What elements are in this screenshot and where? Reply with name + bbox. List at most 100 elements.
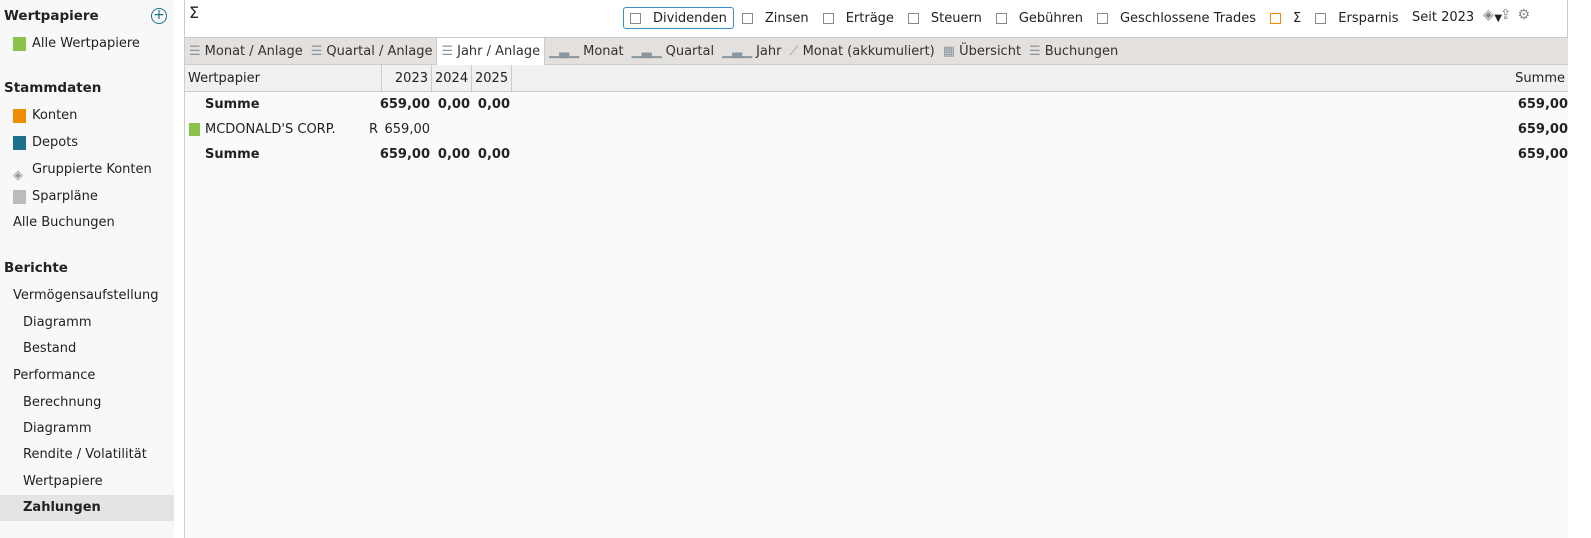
table-row[interactable]: MCDONALD'S CORP. R 659,00 659,00 bbox=[185, 117, 1568, 142]
table-row-summe[interactable]: Summe 659,00 0,00 0,00 659,00 bbox=[185, 142, 1568, 167]
label: Konten bbox=[32, 108, 78, 123]
cell-name: Summe bbox=[205, 97, 260, 112]
tab-monat-akkumuliert[interactable]: ⟋ Monat (akkumuliert) bbox=[785, 38, 938, 65]
sidebar-item-bestand[interactable]: Bestand bbox=[23, 336, 183, 362]
filter-ertraege[interactable]: Erträge bbox=[817, 7, 900, 29]
sidebar-item-performance[interactable]: Performance bbox=[13, 363, 173, 389]
cell-2025: 0,00 bbox=[477, 147, 510, 162]
label: Bestand bbox=[23, 341, 77, 356]
table-header: Wertpapier 2023 2024 2025 Summe bbox=[185, 65, 1568, 92]
tab-jahr[interactable]: ▁▃▁ Jahr bbox=[718, 38, 785, 65]
label: Monat / Anlage bbox=[204, 44, 303, 59]
sidebar-item-gruppierte-konten[interactable]: ◈ Gruppierte Konten bbox=[13, 157, 173, 183]
label: Monat (akkumuliert) bbox=[802, 44, 935, 59]
tab-jahr-anlage[interactable]: ☰ Jahr / Anlage bbox=[436, 38, 546, 65]
label: Σ bbox=[1293, 10, 1302, 26]
checkbox[interactable] bbox=[1096, 12, 1108, 24]
label: Buchungen bbox=[1044, 44, 1119, 59]
sidebar-item-berechnung[interactable]: Berechnung bbox=[23, 390, 183, 416]
tab-buchungen[interactable]: ☰ Buchungen bbox=[1025, 38, 1122, 65]
cell-name: MCDONALD'S CORP. bbox=[205, 122, 336, 137]
col-wertpapier[interactable]: Wertpapier bbox=[185, 65, 382, 92]
cell-2023: 659,00 bbox=[379, 97, 430, 112]
sidebar-item-depots[interactable]: Depots bbox=[13, 130, 173, 156]
cell-flag: R bbox=[369, 122, 379, 137]
savings-plan-icon bbox=[13, 190, 26, 204]
label: Diagramm bbox=[23, 315, 92, 330]
checkbox[interactable] bbox=[741, 12, 753, 24]
sidebar-item-rendite[interactable]: Rendite / Volatilität bbox=[23, 442, 183, 468]
sidebar-item-alle-buchungen[interactable]: Alle Buchungen bbox=[13, 210, 173, 236]
label: Übersicht bbox=[959, 44, 1022, 59]
account-icon bbox=[13, 109, 26, 123]
checkbox[interactable] bbox=[907, 12, 919, 24]
label: Alle Buchungen bbox=[13, 215, 115, 230]
label: Gebühren bbox=[1018, 10, 1083, 26]
cell-2024: 0,00 bbox=[437, 147, 470, 162]
sidebar-item-diagramm-performance[interactable]: Diagramm bbox=[23, 416, 183, 442]
section-berichte: Berichte bbox=[4, 260, 68, 276]
cell-2024: 0,00 bbox=[437, 97, 470, 112]
cell-summe: 659,00 bbox=[1517, 147, 1568, 162]
list-icon: ☰ bbox=[441, 44, 454, 59]
sidebar-item-konten[interactable]: Konten bbox=[13, 103, 173, 129]
section-stammdaten: Stammdaten bbox=[4, 80, 102, 96]
label: Quartal bbox=[665, 44, 715, 59]
tab-uebersicht[interactable]: ▦ Übersicht bbox=[939, 38, 1025, 65]
label: Dividenden bbox=[653, 10, 727, 26]
filter-zinsen[interactable]: Zinsen bbox=[736, 7, 815, 29]
cell-summe: 659,00 bbox=[1517, 122, 1568, 137]
label: Quartal / Anlage bbox=[326, 44, 433, 59]
gear-icon[interactable]: ⚙ bbox=[1518, 7, 1531, 23]
checkbox[interactable] bbox=[630, 12, 641, 24]
sidebar-item-wertpapiere[interactable]: Wertpapiere bbox=[23, 469, 183, 495]
filter-summe[interactable]: Σ bbox=[1264, 7, 1307, 29]
label: Monat bbox=[583, 44, 624, 59]
label: Gruppierte Konten bbox=[32, 162, 152, 177]
filter-gebuehren[interactable]: Gebühren bbox=[990, 7, 1089, 29]
bar-chart-icon: ▁▃▁ bbox=[631, 44, 662, 59]
document-icon bbox=[13, 37, 26, 51]
label: Wertpapiere bbox=[23, 474, 103, 489]
filter-geschlossene-trades[interactable]: Geschlossene Trades bbox=[1091, 7, 1262, 29]
label: Berechnung bbox=[23, 395, 102, 410]
main-panel: Σ Dividenden Zinsen Erträge Steuern Gebü… bbox=[184, 0, 1568, 538]
checkbox[interactable] bbox=[822, 12, 834, 24]
tab-monat-anlage[interactable]: ☰ Monat / Anlage bbox=[185, 38, 307, 65]
checkbox[interactable] bbox=[995, 12, 1007, 24]
checkbox[interactable] bbox=[1270, 12, 1282, 24]
tab-quartal[interactable]: ▁▃▁ Quartal bbox=[628, 38, 718, 65]
layers-icon: ◈ bbox=[13, 168, 23, 183]
label: Performance bbox=[13, 368, 96, 383]
label: Diagramm bbox=[23, 421, 92, 436]
sidebar-item-sparplaene[interactable]: Sparpläne bbox=[13, 184, 173, 210]
col-2025[interactable]: 2025 bbox=[472, 65, 512, 92]
tab-monat[interactable]: ▁▃▁ Monat bbox=[545, 38, 627, 65]
checkbox[interactable] bbox=[1315, 12, 1327, 24]
filter-steuern[interactable]: Steuern bbox=[902, 7, 988, 29]
tab-bar: ☰ Monat / Anlage ☰ Quartal / Anlage ☰ Jahr … bbox=[185, 37, 1568, 65]
tab-quartal-anlage[interactable]: ☰ Quartal / Anlage bbox=[307, 38, 437, 65]
col-2024[interactable]: 2024 bbox=[432, 65, 472, 92]
cell-name: Summe bbox=[205, 147, 260, 162]
label: Jahr / Anlage bbox=[457, 44, 541, 59]
filter-dividenden[interactable]: Dividenden bbox=[623, 7, 734, 29]
col-2023[interactable]: 2023 bbox=[382, 65, 432, 92]
sidebar-item-vermoegensaufstellung[interactable]: Vermögensaufstellung bbox=[13, 283, 173, 309]
cell-summe: 659,00 bbox=[1517, 97, 1568, 112]
section-wertpapiere: Wertpapiere bbox=[4, 8, 99, 24]
security-icon bbox=[189, 123, 200, 136]
depot-icon bbox=[13, 136, 26, 150]
export-icon[interactable]: ⇪ bbox=[1500, 7, 1512, 23]
layers-icon[interactable]: ◈ bbox=[1483, 7, 1494, 23]
add-icon[interactable]: + bbox=[151, 8, 167, 24]
col-summe[interactable]: Summe bbox=[1512, 65, 1568, 92]
sidebar-item-alle-wertpapiere[interactable]: Alle Wertpapiere bbox=[13, 31, 173, 57]
sidebar-item-zahlungen[interactable]: Zahlungen bbox=[0, 495, 174, 521]
cell-2023: 659,00 bbox=[384, 122, 431, 137]
label: Rendite / Volatilität bbox=[23, 447, 147, 462]
filter-ersparnis[interactable]: Ersparnis bbox=[1309, 7, 1404, 29]
table-row-summe[interactable]: Summe 659,00 0,00 0,00 659,00 bbox=[185, 92, 1568, 117]
sidebar-item-diagramm[interactable]: Diagramm bbox=[23, 310, 183, 336]
label: Alle Wertpapiere bbox=[32, 36, 140, 51]
